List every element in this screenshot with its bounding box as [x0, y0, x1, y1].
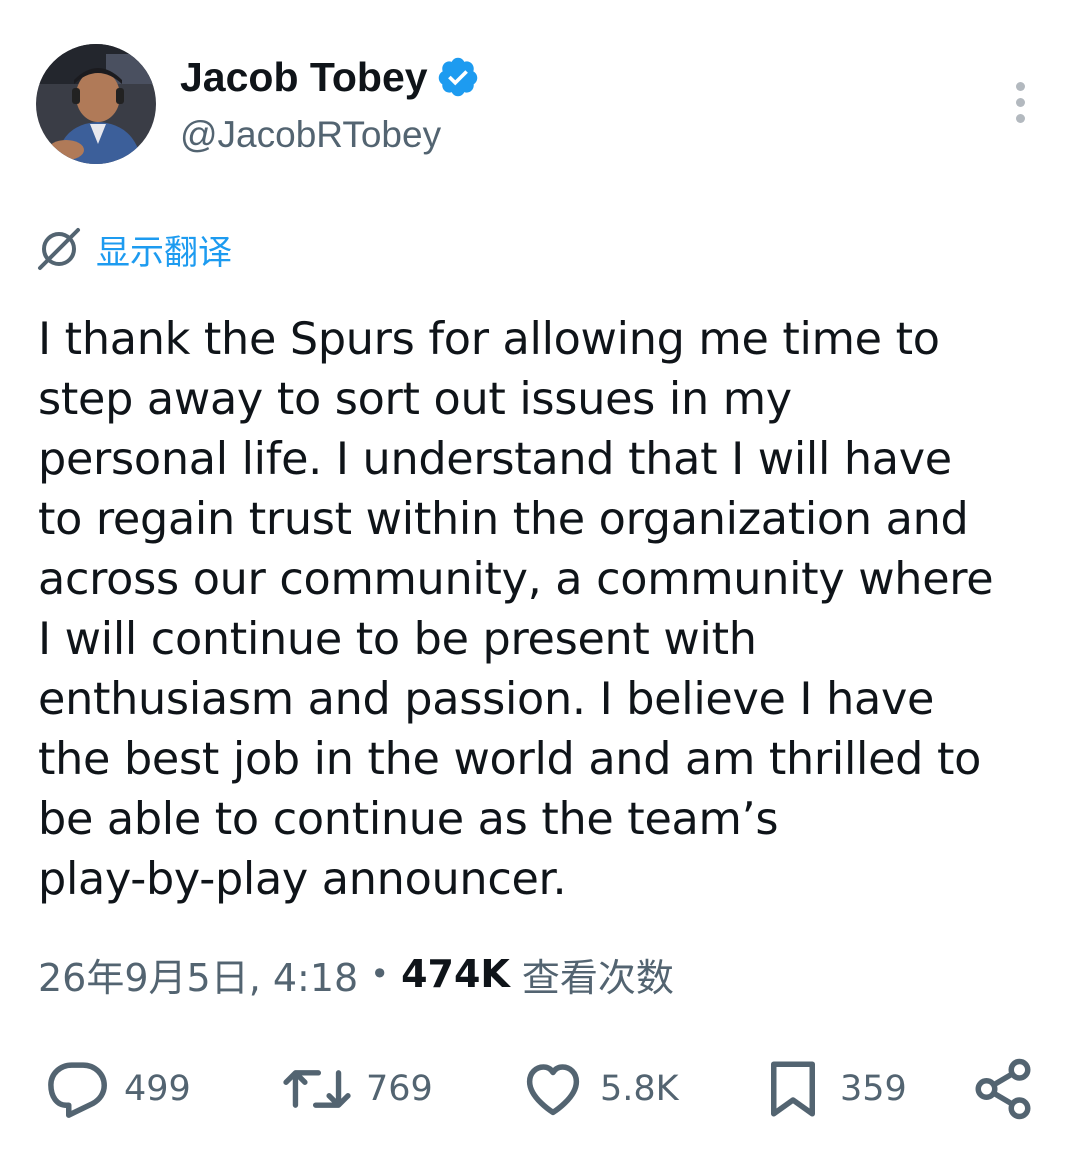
like-button[interactable]: 5.8K [520, 1056, 679, 1122]
show-translation-label: 显示翻译 [96, 232, 232, 273]
reply-icon [48, 1062, 107, 1118]
author-handle[interactable]: @JacobRTobey [180, 114, 441, 156]
reply-button[interactable]: 499 [44, 1056, 191, 1122]
more-options-button[interactable] [1004, 82, 1036, 126]
verified-badge-icon [438, 57, 477, 97]
more-dot-icon [1015, 82, 1025, 91]
author-name[interactable]: Jacob Tobey [180, 54, 428, 101]
heart-icon [526, 1064, 580, 1116]
tweet-meta: 26年9月5日, 4:18 • 474K 查看次数 [38, 946, 674, 1002]
reply-count: 499 [124, 1069, 191, 1109]
bookmark-button[interactable]: 359 [760, 1056, 907, 1122]
views-label: 查看次数 [521, 955, 674, 1000]
timestamp[interactable]: 26年9月5日, 4:18 [38, 947, 358, 1002]
avatar-photo [36, 44, 156, 164]
avatar[interactable] [36, 44, 156, 164]
more-dot-icon [1015, 114, 1025, 123]
views-count: 474K [401, 952, 510, 996]
tweet-text: I thank the Spurs for allowing me time t… [38, 314, 994, 905]
globe-slash-icon [38, 228, 80, 270]
share-icon [975, 1058, 1031, 1120]
author-name-row[interactable]: Jacob Tobey [180, 52, 480, 102]
like-count: 5.8K [600, 1069, 679, 1109]
show-translation-link[interactable]: 显示翻译 [36, 226, 232, 273]
more-dot-icon [1015, 98, 1025, 107]
meta-separator: • [370, 955, 390, 993]
share-button[interactable] [970, 1056, 1036, 1122]
retweet-button[interactable]: 769 [282, 1056, 433, 1122]
action-bar: 499 769 5.8K 359 [44, 1056, 1044, 1122]
retweet-count: 769 [366, 1069, 433, 1109]
retweet-icon [283, 1070, 351, 1108]
bookmark-icon [771, 1061, 815, 1117]
bookmark-count: 359 [840, 1069, 907, 1109]
